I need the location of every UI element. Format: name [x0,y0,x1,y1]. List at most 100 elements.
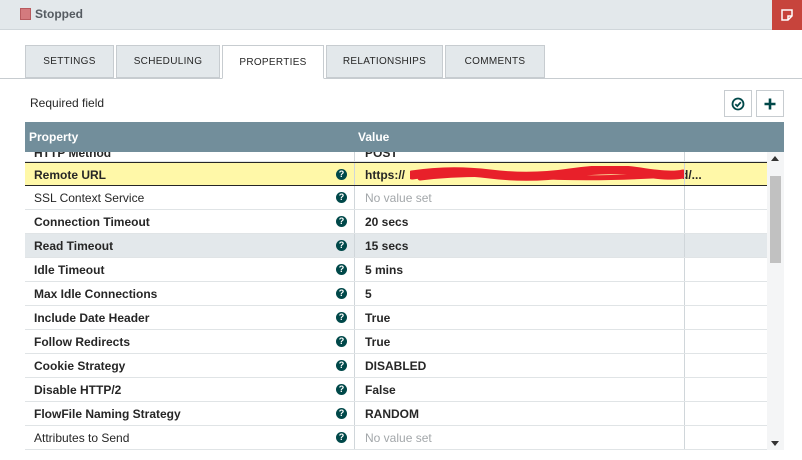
property-value[interactable]: No value set [365,431,432,445]
column-divider [354,354,355,377]
table-row[interactable]: Read Timeout ? 15 secs [25,234,769,258]
tab-bar: SETTINGS SCHEDULING PROPERTIES RELATIONS… [25,45,547,79]
scroll-down-arrow-icon[interactable] [771,441,779,446]
table-row[interactable]: Cookie Strategy ? DISABLED [25,354,769,378]
property-value[interactable]: False [365,383,396,397]
help-icon[interactable]: ? [336,408,347,419]
property-name: Attributes to Send [34,431,130,445]
column-divider [354,234,355,257]
help-icon[interactable]: ? [336,240,347,251]
property-value[interactable]: 5 mins [365,263,403,277]
property-name: Include Date Header [34,311,150,325]
column-divider [684,258,685,281]
scroll-thumb[interactable] [770,176,781,263]
check-circle-icon [731,97,745,110]
required-field-label: Required field [30,96,105,110]
table-row[interactable]: SSL Context Service ? No value set [25,186,769,210]
header-value[interactable]: Value [358,130,389,144]
note-button[interactable] [772,0,802,30]
property-name: Idle Timeout [34,263,105,277]
plus-icon [764,98,776,109]
column-divider [354,426,355,449]
tab-divider [0,78,802,79]
property-value[interactable]: RANDOM [365,407,419,421]
redaction-mark [410,166,685,181]
help-icon[interactable]: ? [336,360,347,371]
table-header: Property Value [25,122,784,152]
column-divider [354,152,355,161]
stopped-status-icon [20,8,31,20]
property-name: Disable HTTP/2 [34,383,122,397]
help-icon[interactable]: ? [336,312,347,323]
help-icon[interactable]: ? [336,169,347,180]
column-divider [684,282,685,305]
table-row[interactable]: Follow Redirects ? True [25,330,769,354]
column-divider [684,402,685,425]
property-value[interactable]: 5 [365,287,372,301]
property-value[interactable]: DISABLED [365,359,426,373]
property-value[interactable]: 15 secs [365,239,408,253]
help-icon[interactable]: ? [336,432,347,443]
tab-comments[interactable]: COMMENTS [445,45,545,78]
column-divider [354,282,355,305]
property-name: SSL Context Service [34,191,145,205]
table-row[interactable]: Disable HTTP/2 ? False [25,378,769,402]
add-property-button[interactable] [756,90,784,117]
table-row[interactable]: Include Date Header ? True [25,306,769,330]
help-icon[interactable]: ? [336,264,347,275]
vertical-scrollbar[interactable] [767,152,784,450]
column-divider [354,258,355,281]
tab-settings[interactable]: SETTINGS [25,45,114,78]
column-divider [684,186,685,209]
table-row[interactable]: FlowFile Naming Strategy ? RANDOM [25,402,769,426]
column-divider [684,354,685,377]
column-divider [684,306,685,329]
table-row-selected[interactable]: Remote URL ? https:// d/... [25,162,769,186]
column-divider [684,378,685,401]
property-value[interactable]: POST [365,152,398,160]
tab-scheduling[interactable]: SCHEDULING [116,45,220,78]
help-icon[interactable]: ? [336,336,347,347]
property-value[interactable]: True [365,311,390,325]
property-name: Remote URL [34,168,107,182]
property-name: Max Idle Connections [34,287,158,301]
column-divider [354,330,355,353]
table-row[interactable]: Max Idle Connections ? 5 [25,282,769,306]
table-row[interactable]: Attributes to Send ? No value set [25,426,769,450]
tab-relationships[interactable]: RELATIONSHIPS [326,45,443,78]
properties-table: Property Value HTTP Method POST Remote U… [25,122,784,450]
table-row[interactable]: HTTP Method POST [25,152,769,162]
column-divider [684,210,685,233]
note-icon [781,9,793,21]
column-divider [354,210,355,233]
table-body: HTTP Method POST Remote URL ? https:// d… [25,152,769,450]
help-icon[interactable]: ? [336,216,347,227]
table-row[interactable]: Idle Timeout ? 5 mins [25,258,769,282]
property-name: FlowFile Naming Strategy [34,407,181,421]
property-value[interactable]: No value set [365,191,432,205]
header-property[interactable]: Property [29,130,78,144]
column-divider [354,186,355,209]
column-divider [684,426,685,449]
verify-properties-button[interactable] [724,90,752,117]
column-divider [354,378,355,401]
processor-config-dialog: Stopped SETTINGS SCHEDULING PROPERTIES R… [0,0,802,460]
tab-properties[interactable]: PROPERTIES [222,45,324,79]
column-divider [354,163,355,185]
property-name: Connection Timeout [34,215,150,229]
help-icon[interactable]: ? [336,288,347,299]
column-divider [354,306,355,329]
help-icon[interactable]: ? [336,192,347,203]
help-icon[interactable]: ? [336,384,347,395]
column-divider [684,163,685,185]
run-status-label: Stopped [35,7,83,21]
property-name: Cookie Strategy [34,359,126,373]
table-row[interactable]: Connection Timeout ? 20 secs [25,210,769,234]
property-name: Read Timeout [34,239,114,253]
column-divider [684,152,685,161]
property-value[interactable]: True [365,335,390,349]
property-name: HTTP Method [34,152,112,160]
scroll-up-arrow-icon[interactable] [771,156,779,161]
property-name: Follow Redirects [34,335,131,349]
property-value[interactable]: 20 secs [365,215,408,229]
